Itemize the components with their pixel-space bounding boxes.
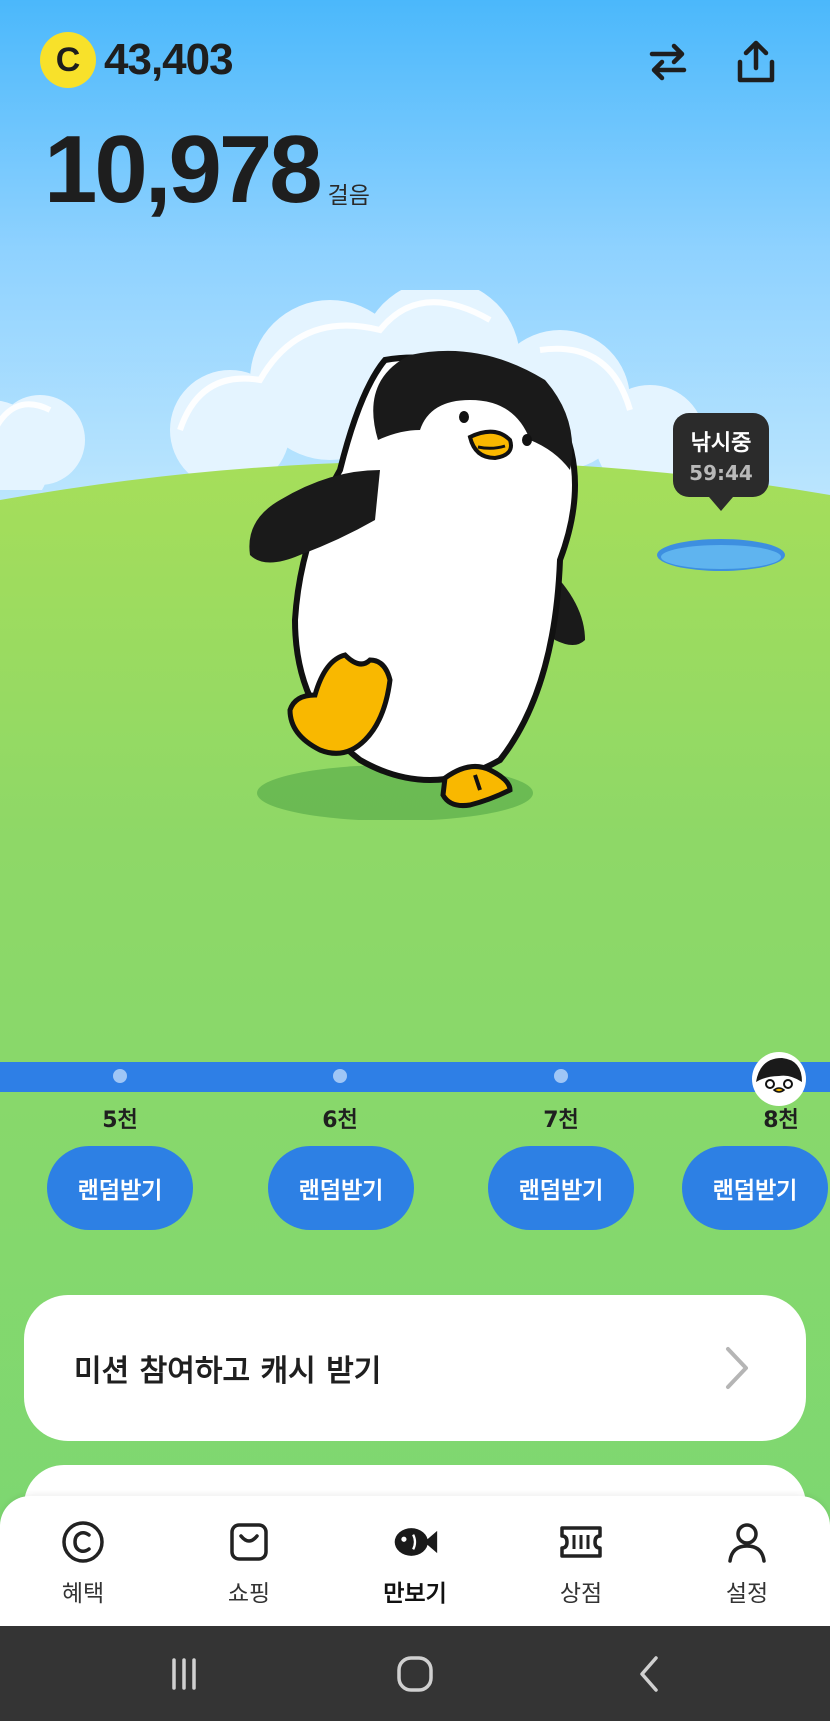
nav-item-store[interactable]: 상점 — [521, 1518, 641, 1608]
penguin-character[interactable] — [240, 340, 610, 820]
random-reward-button[interactable]: 랜덤받기 — [682, 1146, 828, 1230]
coin-c-icon — [59, 1518, 107, 1566]
random-reward-button[interactable]: 랜덤받기 — [47, 1146, 193, 1230]
fishing-hole[interactable] — [654, 535, 788, 575]
nav-label: 만보기 — [383, 1581, 447, 1607]
coin-c-icon: C — [40, 32, 96, 88]
milestone-label: 8천 — [763, 1108, 799, 1133]
milestone-label: 7천 — [543, 1108, 579, 1133]
nav-item-pedometer[interactable]: 만보기 — [355, 1518, 475, 1608]
progress-dot — [333, 1069, 347, 1083]
recent-apps-button[interactable] — [139, 1646, 229, 1702]
home-button[interactable] — [370, 1646, 460, 1702]
swap-button[interactable] — [636, 30, 700, 94]
penguin-progress-marker — [752, 1052, 806, 1106]
walking-scene — [0, 0, 830, 1721]
bottom-nav: 혜택 쇼핑 만보기 상점 설정 — [0, 1496, 830, 1626]
progress-dot — [113, 1069, 127, 1083]
coin-balance-value: 43,403 — [104, 35, 234, 84]
system-nav-bar — [0, 1626, 830, 1721]
nav-item-benefits[interactable]: 혜택 — [23, 1518, 143, 1608]
nav-label: 혜택 — [61, 1581, 105, 1607]
fishing-status-bubble[interactable]: 낚시중 59:44 — [673, 413, 769, 511]
fishing-label: 낚시중 — [690, 431, 752, 456]
home-icon — [397, 1656, 433, 1692]
back-button[interactable] — [605, 1646, 695, 1702]
random-reward-button[interactable]: 랜덤받기 — [268, 1146, 414, 1230]
progress-dot — [554, 1069, 568, 1083]
swap-icon — [649, 43, 687, 81]
step-unit: 걸음 — [327, 183, 370, 209]
nav-label: 상점 — [559, 1581, 603, 1607]
person-icon — [723, 1518, 771, 1566]
mission-card[interactable]: 미션 참여하고 캐시 받기 — [24, 1295, 806, 1441]
fishing-timer: 59:44 — [689, 461, 753, 485]
chevron-right-icon — [726, 1347, 748, 1389]
back-icon — [640, 1656, 658, 1692]
step-counter: 10,978 걸음 — [44, 122, 370, 218]
ticket-icon — [557, 1518, 605, 1566]
random-reward-button[interactable]: 랜덤받기 — [488, 1146, 634, 1230]
penguin-face-icon — [756, 1058, 802, 1093]
coin-balance[interactable]: C 43,403 — [40, 32, 234, 88]
fish-icon — [391, 1518, 439, 1566]
milestone-label: 6천 — [322, 1108, 358, 1133]
nav-item-settings[interactable]: 설정 — [687, 1518, 807, 1608]
nav-item-shopping[interactable]: 쇼핑 — [189, 1518, 309, 1608]
milestone-label: 5천 — [102, 1108, 138, 1133]
share-button[interactable] — [724, 30, 788, 94]
nav-label: 쇼핑 — [227, 1581, 271, 1607]
step-count: 10,978 — [44, 116, 323, 223]
recent-apps-icon — [172, 1658, 196, 1690]
shopping-bag-icon — [225, 1518, 273, 1566]
nav-label: 설정 — [725, 1581, 769, 1607]
share-icon — [737, 40, 775, 83]
mission-label: 미션 참여하고 캐시 받기 — [74, 1354, 382, 1389]
